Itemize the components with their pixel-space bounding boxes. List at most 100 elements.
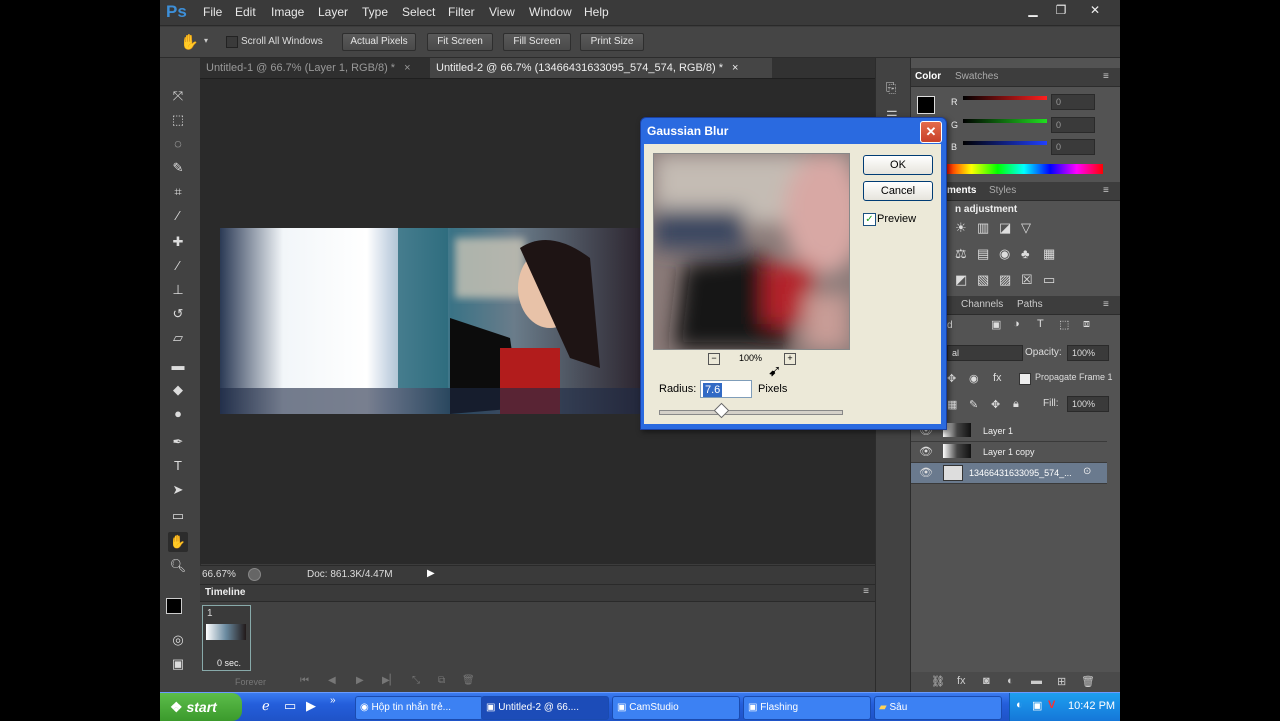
timeline-frame[interactable]: 1 0 sec. [202, 605, 251, 671]
cancel-button[interactable]: Cancel [863, 181, 933, 201]
zoom-readout[interactable]: 66.67% [202, 569, 236, 580]
status-icon[interactable] [248, 568, 261, 581]
lasso-tool-icon[interactable]: ◌ [168, 134, 188, 154]
filter-shape-icon[interactable]: ⬚ [1059, 318, 1069, 331]
crop-tool-icon[interactable]: ⌗ [168, 182, 188, 202]
preview-checkbox[interactable]: ✓ [863, 213, 876, 226]
channel-r-slider[interactable] [963, 96, 1047, 100]
taskbar-item-sau[interactable]: ▰ Sâu [874, 696, 1002, 720]
menu-file[interactable]: File [203, 5, 222, 19]
panel-menu-icon[interactable]: ≡ [1103, 296, 1109, 314]
unify-visibility-icon[interactable]: ◉ [969, 372, 979, 385]
blur-tool-icon[interactable]: ◆ [168, 380, 188, 400]
channel-b-slider[interactable] [963, 141, 1047, 145]
hue-sat-icon[interactable]: ▤ [977, 246, 989, 262]
media-quicklaunch-icon[interactable]: ▶ [306, 698, 316, 714]
propagate-checkbox[interactable] [1019, 373, 1031, 385]
curves-icon[interactable]: ◪ [999, 220, 1011, 236]
gradient-tool-icon[interactable]: ▬ [168, 356, 188, 376]
taskbar-item-photoshop[interactable]: ▣ Untitled-2 @ 66.... [481, 696, 609, 720]
zoom-out-icon[interactable]: − [708, 353, 720, 365]
filter-pixel-icon[interactable]: ▣ [991, 318, 1001, 331]
frame-delay[interactable]: 0 sec. [217, 658, 241, 668]
duplicate-frame-icon[interactable]: ⧉ [438, 675, 445, 686]
visibility-eye-icon[interactable]: 👁︎ [919, 445, 933, 458]
lock-position-icon[interactable]: ✥ [991, 398, 1000, 411]
threshold-icon[interactable]: ▨ [999, 272, 1011, 288]
filter-smart-icon[interactable]: ⧈ [1083, 318, 1090, 331]
tab-swatches[interactable]: Swatches [955, 68, 998, 86]
tray-icon-2[interactable]: ▣ [1032, 699, 1042, 712]
posterize-icon[interactable]: ▧ [977, 272, 989, 288]
menu-filter[interactable]: Filter [448, 5, 475, 19]
unify-position-icon[interactable]: ✥ [947, 372, 956, 385]
menu-help[interactable]: Help [584, 5, 609, 19]
eyedropper-tool-icon[interactable]: ⁄ [168, 206, 188, 226]
menu-edit[interactable]: Edit [235, 5, 256, 19]
move-tool-icon[interactable]: ⤧ [168, 86, 188, 106]
photo-filter-icon[interactable]: ♣ [1021, 246, 1030, 261]
tray-icon-3[interactable]: V [1048, 699, 1055, 711]
history-brush-icon[interactable]: ↺ [168, 304, 188, 324]
hand-tool-selected-icon[interactable]: ✋ [168, 532, 188, 552]
tween-icon[interactable]: ⤡ [412, 675, 420, 686]
new-layer-icon[interactable]: ⊞ [1057, 675, 1066, 688]
start-button[interactable]: ❖ start [160, 693, 242, 721]
play-icon[interactable]: ▶ [356, 675, 364, 686]
panel-menu-icon[interactable]: ≡ [863, 586, 869, 597]
fill-field[interactable]: 100% [1067, 396, 1109, 412]
status-menu-arrow-icon[interactable]: ▶ [427, 568, 435, 579]
menu-layer[interactable]: Layer [318, 5, 348, 19]
layer-style-icon[interactable]: fx [957, 675, 966, 687]
tab-paths[interactable]: Paths [1017, 296, 1043, 314]
unify-style-icon[interactable]: fx [993, 372, 1002, 384]
delete-layer-icon[interactable]: 🗑︎ [1081, 675, 1095, 688]
blend-mode-select[interactable]: al [947, 345, 1023, 361]
radius-slider-thumb[interactable] [713, 402, 730, 419]
menu-type[interactable]: Type [362, 5, 388, 19]
ok-button[interactable]: OK [863, 155, 933, 175]
taskbar-item-flashing[interactable]: ▣ Flashing [743, 696, 871, 720]
dodge-tool-icon[interactable]: ● [168, 404, 188, 424]
chevron-down-icon[interactable]: ▾ [204, 36, 208, 45]
fit-screen-button[interactable]: Fit Screen [427, 33, 493, 51]
tab-close-icon[interactable]: × [732, 62, 738, 74]
tab-channels[interactable]: Channels [961, 296, 1003, 314]
zoom-in-icon[interactable]: + [784, 353, 796, 365]
layer-row-selected[interactable]: 👁︎ 13466431633095_574_... ⊙ [911, 463, 1107, 484]
channel-mixer-icon[interactable]: ▦ [1043, 246, 1055, 262]
gradient-map-icon[interactable]: ▽ [1021, 220, 1031, 236]
preview-area[interactable] [653, 153, 850, 350]
channel-g-field[interactable]: 0 [1051, 117, 1095, 133]
menu-image[interactable]: Image [271, 5, 304, 19]
menu-view[interactable]: View [489, 5, 515, 19]
clone-stamp-icon[interactable]: ⊥ [168, 280, 188, 300]
hand-tool-icon[interactable]: ✋ [180, 33, 199, 51]
lock-all-icon[interactable]: 🔒︎ [1013, 398, 1019, 411]
tab-close-icon[interactable]: × [404, 62, 410, 74]
taskbar-item-camstudio[interactable]: ▣ CamStudio [612, 696, 740, 720]
foreground-color-swatch[interactable] [166, 598, 182, 614]
desktop-quicklaunch-icon[interactable]: ▭ [284, 698, 296, 714]
opacity-field[interactable]: 100% [1067, 345, 1109, 361]
channel-r-field[interactable]: 0 [1051, 94, 1095, 110]
next-frame-icon[interactable]: ▶▏ [382, 675, 397, 686]
visibility-eye-icon[interactable]: 👁︎ [919, 466, 933, 479]
layer-filter-kind[interactable]: d [947, 320, 953, 331]
radius-slider-track[interactable] [659, 410, 843, 415]
layer-row[interactable]: 👁︎ Layer 1 copy [911, 442, 1107, 463]
ie-quicklaunch-icon[interactable]: ℯ [262, 698, 270, 714]
panel-menu-icon[interactable]: ≡ [1103, 68, 1109, 86]
delete-frame-icon[interactable]: 🗑︎ [462, 675, 475, 686]
filter-type-icon[interactable]: T [1037, 318, 1044, 330]
channel-b-field[interactable]: 0 [1051, 139, 1095, 155]
filter-adjust-icon[interactable]: ◑ [1013, 318, 1020, 330]
add-mask-icon[interactable]: ◙ [983, 675, 990, 687]
radius-input[interactable]: 7.6 [700, 380, 752, 398]
type-tool-icon[interactable]: T [168, 456, 188, 476]
marquee-tool-icon[interactable]: ⬚ [168, 110, 188, 130]
tab-color[interactable]: Color [915, 68, 941, 86]
restore-icon[interactable]: ❐ [1050, 2, 1072, 18]
quick-select-tool-icon[interactable]: ✎ [168, 158, 188, 178]
brightness-icon[interactable]: ☀ [955, 220, 967, 236]
